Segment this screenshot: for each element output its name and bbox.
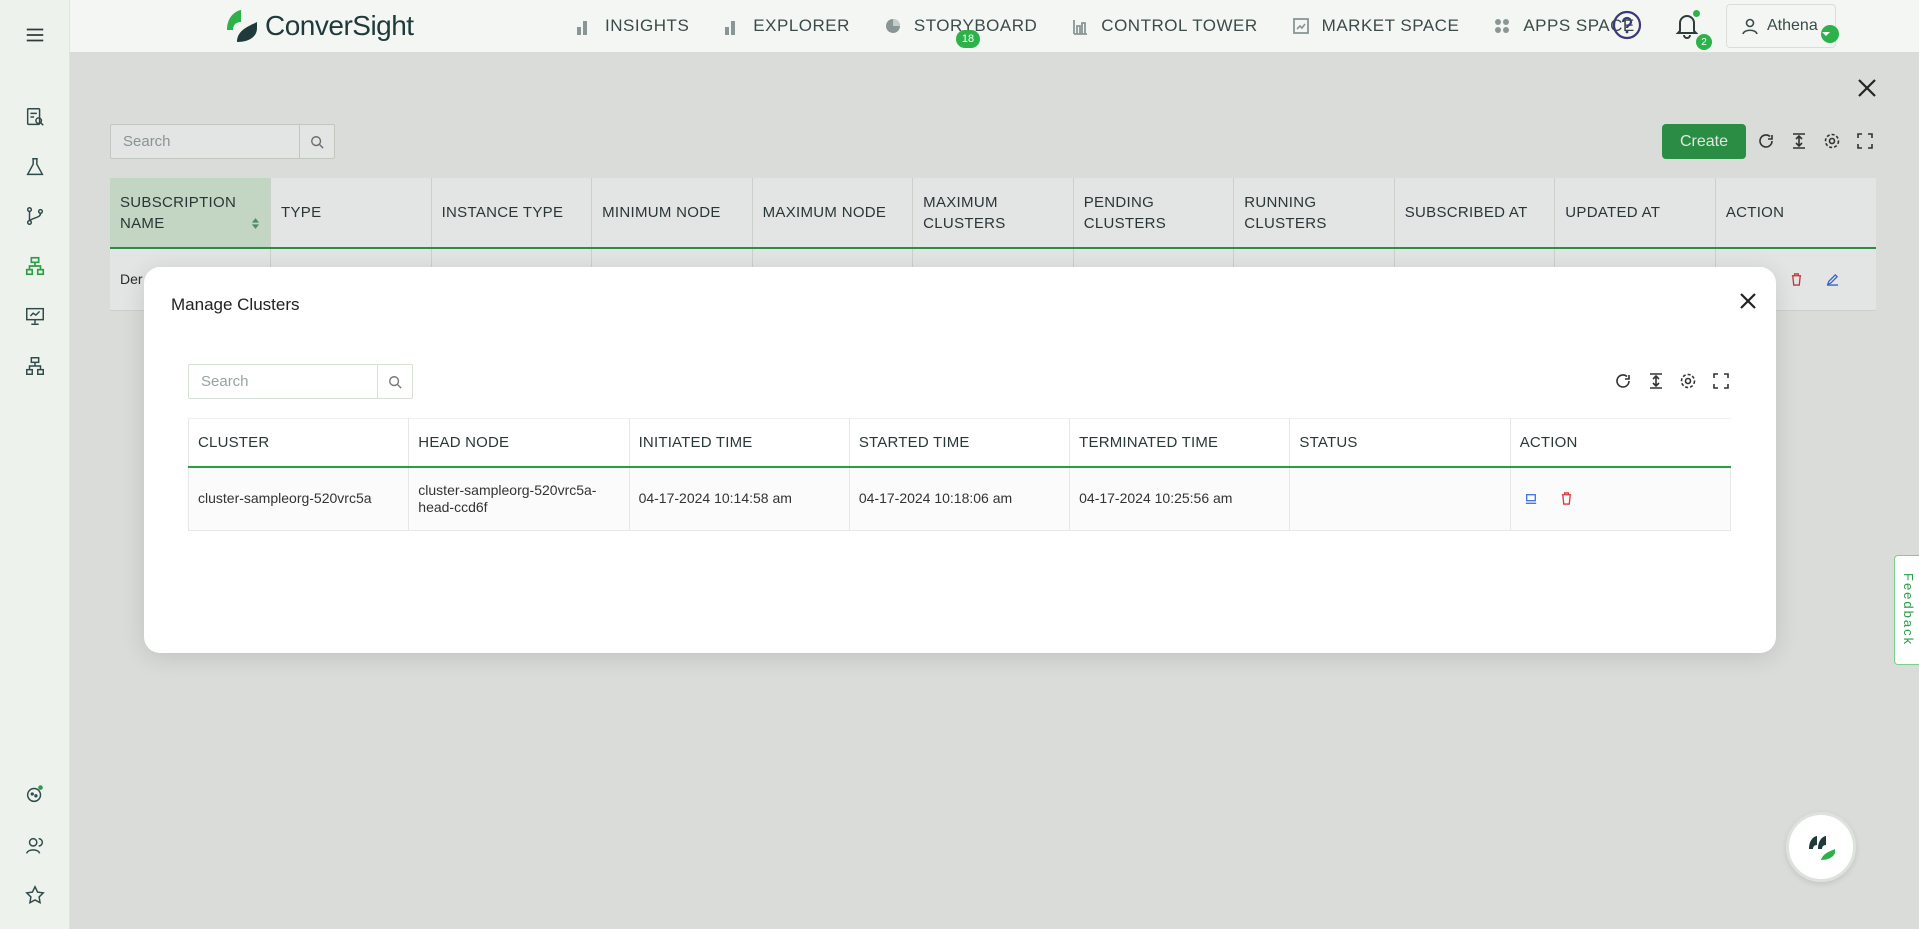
left-sidebar	[0, 0, 70, 929]
nav-market-space[interactable]: MARKET SPACE	[1292, 16, 1460, 36]
assistant-bot-icon[interactable]	[22, 781, 48, 807]
conversight-logo[interactable]: ConverSight	[223, 8, 414, 44]
column-initiated-time[interactable]: INITIATED TIME	[629, 418, 850, 468]
column-started-time[interactable]: STARTED TIME	[849, 418, 1071, 468]
modal-search	[188, 364, 413, 399]
pie-icon	[885, 19, 900, 33]
manage-clusters-modal: Manage Clusters CLUSTER HEAD NODE INITIA…	[144, 267, 1776, 653]
nav-insights[interactable]: INSIGHTS	[575, 16, 689, 36]
column-height-icon[interactable]	[1645, 370, 1667, 392]
chevron-down-icon[interactable]	[1821, 25, 1839, 43]
column-head-node[interactable]: HEAD NODE	[408, 418, 630, 468]
column-terminated-time[interactable]: TERMINATED TIME	[1069, 418, 1291, 468]
lab-flask-icon[interactable]	[22, 154, 48, 180]
users-icon[interactable]	[22, 833, 48, 859]
nav-explorer[interactable]: EXPLORER	[723, 16, 850, 36]
tower-icon	[1073, 20, 1088, 35]
feedback-tab[interactable]: Feedback	[1894, 555, 1919, 665]
refresh-icon[interactable]	[1612, 370, 1634, 392]
clusters-table: CLUSTER HEAD NODE INITIATED TIME STARTED…	[187, 418, 1732, 531]
main-nav: INSIGHTS EXPLORER STORYBOARD CONTROL TOW…	[575, 0, 1669, 52]
head-node-cell: cluster-sampleorg-520vrc5a-head-ccd6f	[408, 466, 630, 531]
nav-control-tower[interactable]: CONTROL TOWER	[1071, 16, 1257, 36]
gear-icon[interactable]	[1677, 370, 1699, 392]
store-icon	[1292, 18, 1309, 34]
table-header-row: CLUSTER HEAD NODE INITIATED TIME STARTED…	[187, 418, 1731, 468]
column-cluster[interactable]: CLUSTER	[187, 418, 410, 468]
bar-chart-icon	[577, 21, 587, 35]
chat-assistant-button[interactable]	[1786, 812, 1856, 882]
status-cell	[1289, 466, 1511, 531]
cluster-cell: cluster-sampleorg-520vrc5a	[187, 466, 410, 531]
grid-icon	[1495, 19, 1510, 33]
terminal-icon[interactable]	[1520, 488, 1542, 510]
top-bar: ConverSight INSIGHTS EXPLORER STORYBOARD…	[70, 0, 1919, 52]
modal-search-input[interactable]	[189, 365, 377, 398]
terminated-time-cell: 04-17-2024 10:25:56 am	[1069, 466, 1291, 531]
report-search-icon[interactable]	[22, 104, 48, 130]
bar-chart-icon	[725, 21, 736, 35]
presentation-icon[interactable]	[22, 303, 48, 329]
git-branch-icon[interactable]	[22, 203, 48, 229]
column-action: ACTION	[1510, 418, 1731, 468]
chat-logo-icon	[1809, 836, 1835, 860]
help-icon[interactable]	[1612, 10, 1642, 40]
notification-count-badge: 2	[1696, 34, 1712, 50]
column-status[interactable]: STATUS	[1289, 418, 1511, 468]
row-action-cell	[1510, 466, 1732, 531]
search-icon[interactable]	[377, 365, 412, 398]
initiated-time-cell: 04-17-2024 10:14:58 am	[629, 466, 850, 531]
star-icon[interactable]	[22, 882, 48, 908]
modal-close-icon[interactable]	[1736, 289, 1760, 313]
notification-dot	[1693, 10, 1700, 17]
logo-mark-icon	[223, 8, 261, 44]
fullscreen-icon[interactable]	[1710, 370, 1732, 392]
started-time-cell: 04-17-2024 10:18:06 am	[849, 466, 1071, 531]
delete-icon[interactable]	[1556, 488, 1578, 510]
user-menu[interactable]: Athena	[1726, 4, 1839, 48]
modal-title: Manage Clusters	[171, 295, 300, 314]
hamburger-menu-icon[interactable]	[22, 22, 48, 48]
storyboard-badge: 18	[956, 30, 980, 48]
cluster-hierarchy-icon[interactable]	[22, 253, 48, 279]
user-icon	[1742, 18, 1758, 35]
table-row: cluster-sampleorg-520vrc5a cluster-sampl…	[187, 466, 1732, 531]
org-chart-icon[interactable]	[22, 353, 48, 379]
